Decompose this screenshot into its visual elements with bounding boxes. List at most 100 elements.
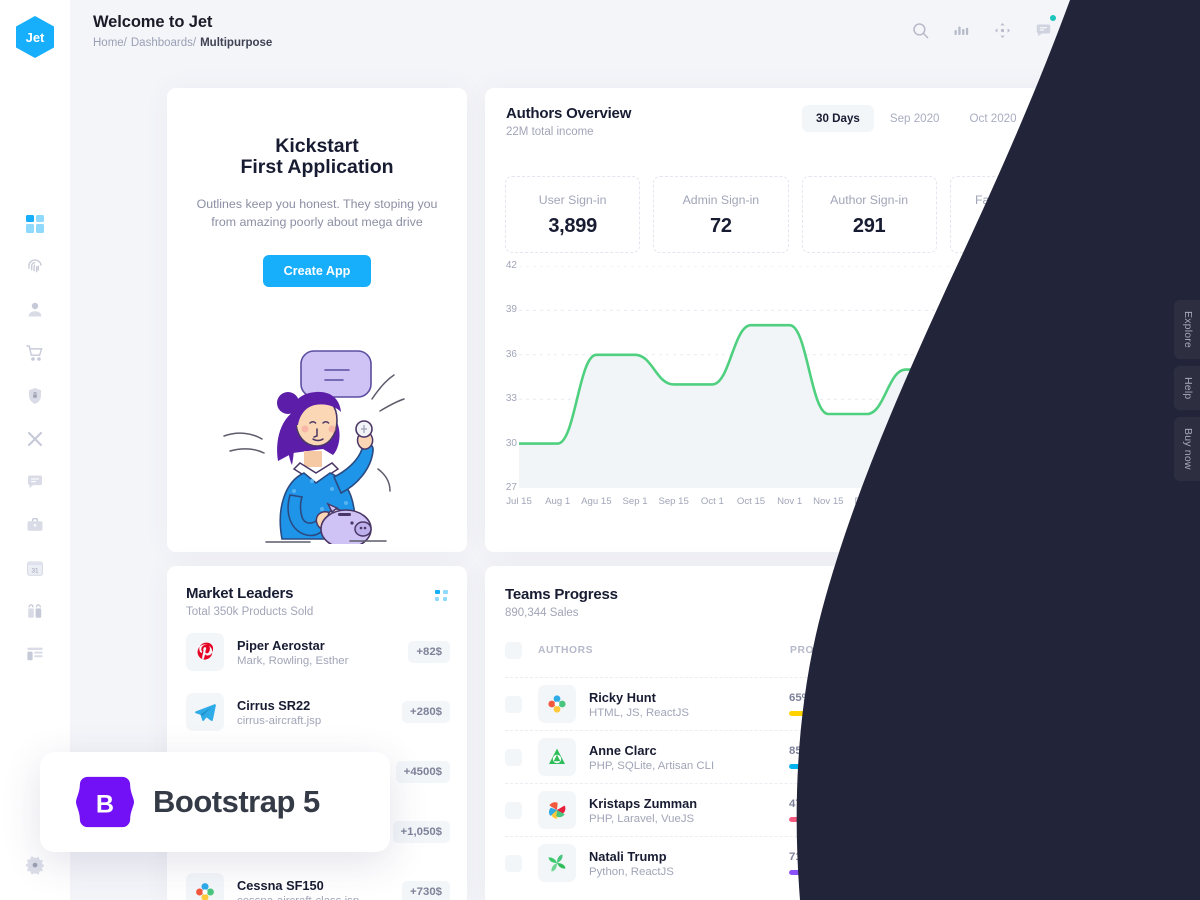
- bootstrap-badge-label: Bootstrap 5: [153, 784, 320, 819]
- moon-icon: [1117, 25, 1130, 38]
- users-filter-dropdown[interactable]: All Users: [875, 590, 983, 622]
- sidebar-item-messages[interactable]: [24, 471, 46, 493]
- row-progress-label: 85%: [789, 745, 812, 757]
- sidebar-item-gifts[interactable]: [24, 600, 46, 622]
- market-item-name: Piper Aerostar: [237, 637, 325, 653]
- sidebar-item-layout[interactable]: [24, 643, 46, 665]
- search-icon: [912, 22, 928, 38]
- market-title: Market Leaders: [186, 585, 294, 602]
- dark-mode-toggle[interactable]: [1113, 18, 1137, 42]
- market-item-amount: +1,050$: [392, 821, 450, 843]
- market-item-amount: +280$: [402, 701, 450, 723]
- chart-x-tick: Nov 1: [777, 496, 803, 507]
- breadcrumb-dashboards[interactable]: Dashboards/: [131, 37, 196, 49]
- chart-y-tick: 33: [505, 393, 517, 405]
- search-button[interactable]: [908, 18, 932, 42]
- stat-value: 3,899: [548, 215, 597, 237]
- tab-sep-2020[interactable]: Sep 2020: [876, 105, 954, 132]
- sidebar-item-security[interactable]: [24, 385, 46, 407]
- view-button[interactable]: View: [1033, 690, 1087, 718]
- stat-label: Author Sign-in: [830, 193, 909, 207]
- messages-button[interactable]: [1031, 15, 1056, 42]
- chart-x-tick: Nov 15: [813, 496, 844, 507]
- table-row[interactable]: Ricky Hunt HTML, JS, ReactJS 65% View: [505, 677, 1087, 730]
- select-all-checkbox[interactable]: [505, 642, 522, 659]
- sidebar-item-dashboard[interactable]: [24, 213, 46, 235]
- chart-x-tick: Agu 15: [581, 496, 612, 507]
- market-item-amount: +82$: [408, 641, 450, 663]
- row-skills: Python, ReactJS: [589, 865, 674, 878]
- view-button[interactable]: View: [1033, 796, 1087, 824]
- move-button[interactable]: [990, 18, 1014, 42]
- app-logo[interactable]: Jet: [16, 16, 54, 58]
- teams-search-input[interactable]: Search: [995, 590, 1087, 622]
- view-button[interactable]: View: [1033, 743, 1087, 771]
- sidebar-item-fingerprint[interactable]: [24, 256, 46, 278]
- row-progress: 71%: [789, 851, 969, 875]
- rail-tab-explore[interactable]: Explore: [1174, 300, 1200, 360]
- kickstart-illustration: [167, 329, 467, 544]
- row-checkbox[interactable]: [505, 695, 522, 713]
- stat-card-failed-attempts[interactable]: Failed Attempts 6: [949, 176, 1085, 253]
- teams-subtitle: 890,344 Sales: [505, 607, 579, 619]
- kickstart-card: Kickstart First Application Outlines kee…: [167, 88, 467, 552]
- drive-green-icon: [549, 748, 565, 764]
- chart-plot: [519, 266, 1099, 488]
- breadcrumb: Home/ Dashboards/ Multipurpose: [93, 37, 272, 49]
- clover-colored-icon: [548, 695, 566, 713]
- kickstart-title-line1: Kickstart: [275, 135, 359, 157]
- gift-icon: [28, 604, 42, 618]
- analytics-button[interactable]: [949, 18, 973, 42]
- sidebar-item-briefcase[interactable]: [24, 514, 46, 536]
- breadcrumb-current: Multipurpose: [200, 37, 273, 49]
- bar-chart-icon: [954, 26, 968, 35]
- gear-icon: [26, 856, 44, 875]
- table-row[interactable]: Kristaps Zumman PHP, Laravel, VueJS 47% …: [505, 783, 1087, 836]
- tab-oct-2020[interactable]: Oct 2020: [956, 105, 1031, 132]
- kickstart-description: Outlines keep you honest. They stoping y…: [196, 197, 438, 230]
- rail-tab-help[interactable]: Help: [1174, 366, 1200, 411]
- avatar-image: [1154, 13, 1188, 47]
- sidebar-nav: 31: [24, 213, 46, 665]
- tab-more[interactable]: More: [1033, 105, 1087, 132]
- authors-subtitle: 22M total income: [506, 126, 594, 138]
- fingerprint-icon: [28, 259, 42, 273]
- stat-card-admin-signin[interactable]: Admin Sign-in 72: [653, 176, 789, 253]
- row-checkbox[interactable]: [505, 748, 522, 766]
- stat-value: 6: [1011, 215, 1023, 237]
- breadcrumb-home[interactable]: Home/: [93, 37, 127, 49]
- list-item[interactable]: Piper Aerostar Mark, Rowling, Esther +82…: [186, 632, 450, 672]
- table-row[interactable]: Anne Clarc PHP, SQLite, Artisan CLI 85% …: [505, 730, 1087, 783]
- pinwheel-icon: [548, 802, 566, 819]
- row-avatar: [538, 685, 576, 723]
- row-avatar: [538, 791, 576, 829]
- chart-x-tick: Jul 15: [506, 496, 532, 507]
- avatar[interactable]: [1154, 13, 1188, 47]
- sidebar-item-cart[interactable]: [24, 342, 46, 364]
- svg-text:B: B: [96, 791, 114, 819]
- sidebar-item-tools[interactable]: [24, 428, 46, 450]
- row-checkbox[interactable]: [505, 854, 522, 872]
- teams-progress-card: Teams Progress 890,344 Sales All Users S…: [485, 566, 1105, 900]
- market-item-thumb: [186, 633, 224, 671]
- stat-card-author-signin[interactable]: Author Sign-in 291: [801, 176, 937, 253]
- sidebar-item-user[interactable]: [24, 299, 46, 321]
- move-icon: [994, 22, 1010, 38]
- shield-lock-icon: [29, 388, 41, 404]
- row-progress: 65%: [789, 692, 969, 716]
- view-button[interactable]: View: [1033, 849, 1087, 877]
- market-menu-button[interactable]: [435, 590, 450, 608]
- sidebar-item-calendar[interactable]: 31: [24, 557, 46, 579]
- list-item[interactable]: Cessna SF150 cessna-aircraft-class.jsp +…: [186, 872, 450, 900]
- pinterest-icon: [197, 642, 214, 660]
- stat-card-user-signin[interactable]: User Sign-in 3,899: [505, 176, 641, 253]
- row-checkbox[interactable]: [505, 801, 522, 819]
- tab-30-days[interactable]: 30 Days: [802, 105, 874, 132]
- create-app-button[interactable]: Create App: [262, 255, 372, 288]
- row-skills: PHP, SQLite, Artisan CLI: [589, 759, 715, 772]
- sidebar-settings[interactable]: [24, 855, 46, 882]
- table-row[interactable]: Natali Trump Python, ReactJS 71% View: [505, 836, 1087, 889]
- rail-tab-buy-now[interactable]: Buy now: [1174, 417, 1200, 482]
- list-item[interactable]: Cirrus SR22 cirrus-aircraft.jsp +280$: [186, 692, 450, 732]
- apps-button[interactable]: [1072, 18, 1096, 42]
